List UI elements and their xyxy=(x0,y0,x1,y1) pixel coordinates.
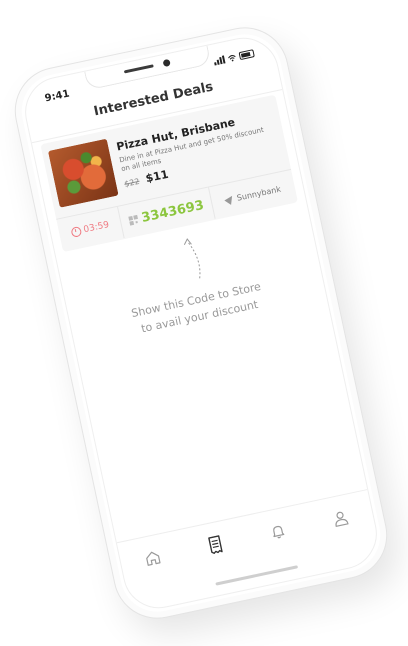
camera-icon xyxy=(162,58,171,68)
status-icons xyxy=(213,49,255,66)
deal-image xyxy=(47,138,119,208)
bell-icon xyxy=(273,525,285,539)
timer-cell: 03:59 xyxy=(56,207,123,251)
tab-bar xyxy=(116,489,377,587)
battery-icon xyxy=(238,49,255,61)
tab-notifications[interactable] xyxy=(264,517,292,545)
new-price: $11 xyxy=(144,167,170,186)
location-arrow-icon xyxy=(224,193,236,205)
home-icon xyxy=(146,551,161,566)
deal-code: 3343693 xyxy=(140,197,206,226)
phone-mockup: 9:41 Interested Deals Pizza Hut, Brisban… xyxy=(6,19,396,627)
code-cell: 3343693 xyxy=(117,187,215,239)
signal-icon xyxy=(213,55,226,66)
tab-profile[interactable] xyxy=(326,504,354,532)
wifi-icon xyxy=(228,55,236,62)
location-name: Sunnybank xyxy=(235,184,282,203)
phone-screen: 9:41 Interested Deals Pizza Hut, Brisban… xyxy=(18,31,384,615)
home-indicator xyxy=(215,565,299,586)
timer-value: 03:59 xyxy=(82,220,111,236)
old-price: $22 xyxy=(123,176,141,189)
tab-home[interactable] xyxy=(139,544,167,572)
dashed-arrow-icon xyxy=(183,238,201,279)
profile-icon xyxy=(335,511,349,527)
speaker-icon xyxy=(123,64,154,74)
clock-icon xyxy=(69,226,82,238)
tab-deals[interactable] xyxy=(201,531,229,559)
hint-text: Show this Code to Store to avail your di… xyxy=(98,271,297,345)
receipt-icon xyxy=(208,535,223,554)
stage: 9:41 Interested Deals Pizza Hut, Brisban… xyxy=(0,0,408,646)
qr-code-icon xyxy=(128,214,139,226)
location-cell[interactable]: Sunnybank xyxy=(207,169,298,219)
status-time: 9:41 xyxy=(43,88,71,105)
